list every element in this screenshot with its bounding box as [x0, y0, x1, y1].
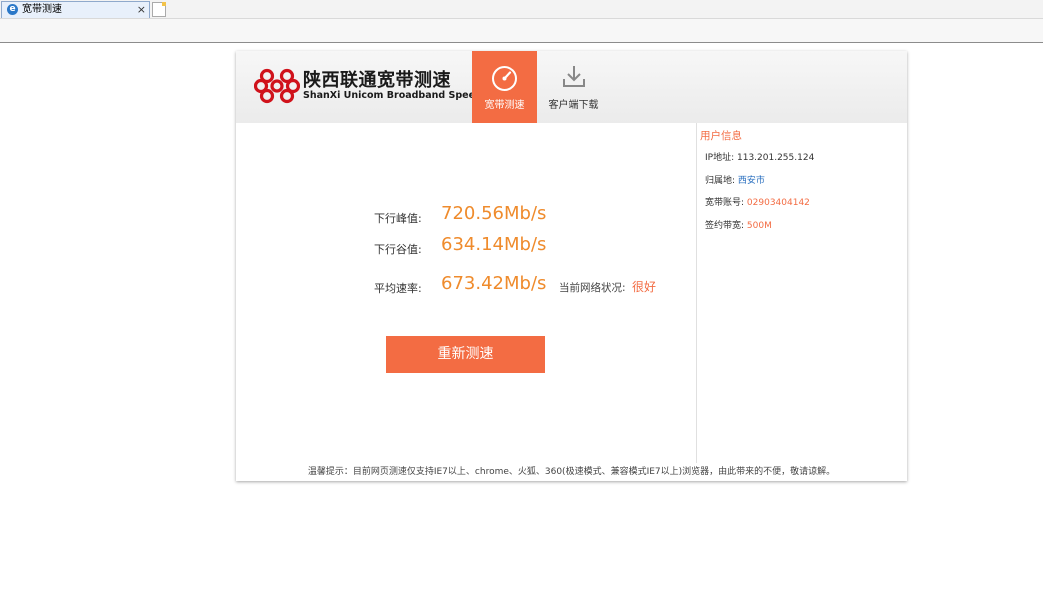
browser-tab-strip: e 宽带测速 × — [0, 0, 1043, 19]
speedometer-icon — [492, 66, 517, 91]
ip-row: IP地址: 113.201.255.124 — [705, 150, 814, 163]
account-label: 宽带账号: — [705, 198, 745, 208]
user-info-title: 用户信息 — [700, 130, 742, 142]
speedtest-card: 陕西联通宽带测速 ShanXi Unicom Broadband Speed 宽… — [236, 51, 907, 481]
download-peak-value: 720.56Mb/s — [441, 203, 547, 224]
bandwidth-label: 签约带宽: — [705, 221, 745, 231]
bandwidth-row: 签约带宽: 500M — [705, 218, 772, 231]
notice-text: 温馨提示：目前网页测速仅支持IE7以上、chrome、火狐、360(极速模式、兼… — [307, 467, 836, 477]
user-info-panel: 用户信息 IP地址: 113.201.255.124 归属地: 西安市 宽带账号… — [697, 123, 907, 463]
average-speed-label: 平均速率: — [374, 282, 422, 295]
tab-title: 宽带测速 — [22, 4, 62, 15]
location-label: 归属地: — [705, 176, 736, 186]
retest-button[interactable]: 重新测速 — [386, 336, 545, 373]
network-status-value: 很好 — [632, 280, 657, 294]
download-icon — [563, 66, 585, 87]
account-row: 宽带账号: 02903404142 — [705, 195, 810, 208]
nav-client-download[interactable]: 客户端下载 — [541, 51, 606, 123]
browser-tab[interactable]: e 宽带测速 × — [1, 1, 150, 18]
header: 陕西联通宽带测速 ShanXi Unicom Broadband Speed 宽… — [236, 51, 907, 123]
unicom-logo-icon — [254, 68, 300, 104]
ip-value: 113.201.255.124 — [737, 153, 815, 163]
location-value: 西安市 — [737, 176, 765, 186]
speed-results: 下行峰值: 720.56Mb/s 下行谷值: 634.14Mb/s 平均速率: … — [236, 123, 696, 463]
bandwidth-value: 500M — [746, 221, 772, 231]
account-value: 02903404142 — [746, 198, 810, 208]
ie-icon: e — [7, 4, 18, 15]
download-peak-label: 下行峰值: — [374, 212, 422, 225]
brand-title: 陕西联通宽带测速 — [303, 70, 451, 91]
brand-subtitle: ShanXi Unicom Broadband Speed — [303, 90, 482, 101]
new-tab-icon[interactable] — [152, 2, 166, 17]
location-row: 归属地: 西安市 — [705, 173, 765, 186]
download-low-label: 下行谷值: — [374, 243, 422, 256]
average-speed-value: 673.42Mb/s — [441, 273, 547, 294]
nav-speedtest[interactable]: 宽带测速 — [472, 51, 537, 123]
close-tab-icon[interactable]: × — [137, 2, 146, 17]
download-low-value: 634.14Mb/s — [441, 234, 547, 255]
ip-label: IP地址: — [705, 153, 735, 163]
nav-download-label: 客户端下载 — [548, 100, 599, 111]
nav-speedtest-label: 宽带测速 — [484, 100, 525, 111]
network-status-label: 当前网络状况: — [559, 282, 626, 294]
browser-toolbar — [0, 19, 1043, 43]
